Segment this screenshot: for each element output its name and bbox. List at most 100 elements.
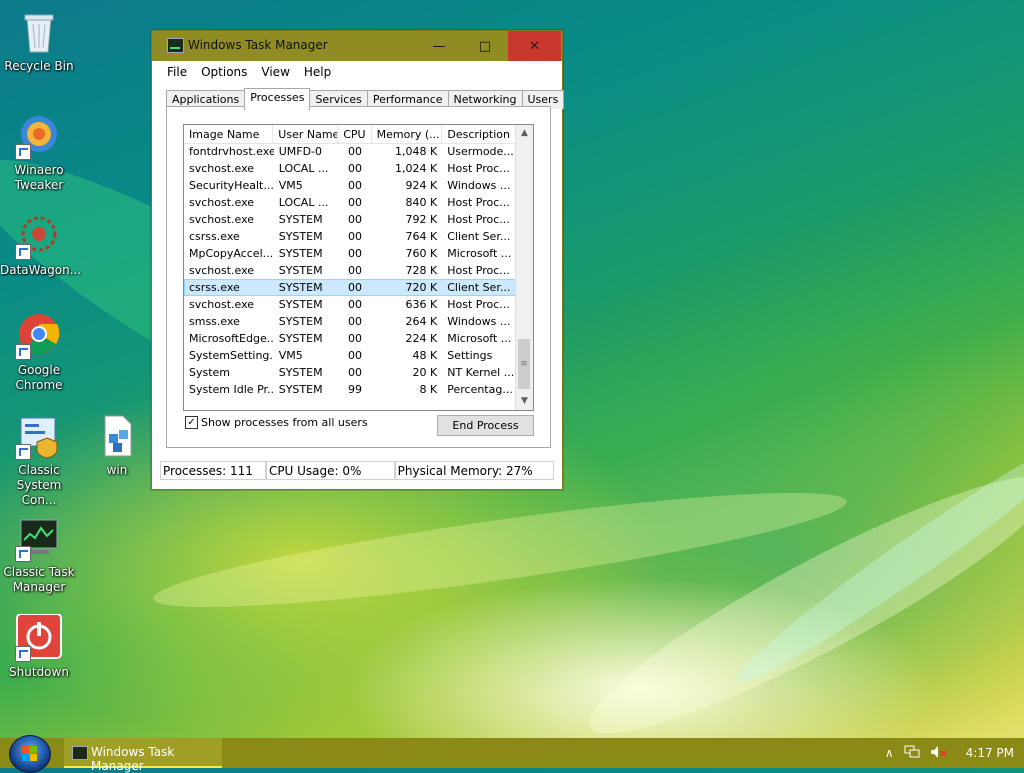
desktop-icon-classic-task-manager[interactable]: Classic Task Manager [0,514,78,595]
show-all-users-label: Show processes from all users [201,416,368,429]
show-hidden-icons-chevron-icon[interactable]: ∧ [885,746,894,760]
shortcut-arrow-icon [15,144,31,160]
column-description[interactable]: Description [442,125,516,143]
process-list[interactable]: Image Name User Name CPU Memory (... Des… [183,124,534,411]
table-row[interactable]: SystemSetting... VM5 00 48 K Settings [184,347,516,364]
process-rows: fontdrvhost.exe UMFD-0 00 1,048 K Usermode..… [184,143,516,398]
cell-cpu: 00 [347,196,362,209]
task-manager-icon [72,746,88,760]
show-all-users-checkbox[interactable]: ✓ Show processes from all users [185,416,368,429]
cell-user-name: SYSTEM [278,366,323,379]
status-processes: Processes: 111 [160,461,266,480]
column-image-name[interactable]: Image Name [184,125,274,143]
volume-muted-icon[interactable] [930,745,948,762]
tab-strip: Applications Processes Services Performa… [166,88,565,110]
maximize-button[interactable]: □ [462,31,508,61]
start-button[interactable] [9,735,51,773]
desktop-icon-label: DataWagon... [0,263,82,277]
process-list-scrollbar[interactable]: ▲ ≡ ▼ [515,125,533,410]
menu-options[interactable]: Options [194,61,254,83]
desktop-icon-shutdown[interactable]: Shutdown [0,613,78,680]
network-icon[interactable] [904,745,920,762]
status-cpu-usage: CPU Usage: 0% [265,461,395,480]
cell-cpu: 00 [347,162,362,175]
cell-user-name: LOCAL ... [278,162,329,175]
table-row[interactable]: SecurityHealt... VM5 00 924 K Windows ... [184,177,516,194]
desktop-icon-label: Classic Task Manager [3,565,75,594]
table-row[interactable]: csrss.exe SYSTEM 00 764 K Client Ser... [184,228,516,245]
table-row[interactable]: svchost.exe SYSTEM 00 728 K Host Proc... [184,262,516,279]
power-icon [15,613,63,662]
cell-image-name: svchost.exe [189,264,255,277]
menu-view[interactable]: View [254,61,296,83]
cell-memory: 1,048 K [395,145,438,158]
desktop-icon-classic-system-control[interactable]: Classic System Con... [0,412,78,508]
cell-cpu: 00 [347,230,362,243]
menu-help[interactable]: Help [297,61,338,83]
table-row[interactable]: fontdrvhost.exe UMFD-0 00 1,048 K Usermode..… [184,143,516,160]
cell-user-name: VM5 [278,349,303,362]
cell-memory: 48 K [412,349,438,362]
desktop-icon-win[interactable]: win [78,412,156,478]
cell-cpu: 00 [347,349,362,362]
checkbox-checkmark-icon[interactable]: ✓ [185,416,198,429]
table-row[interactable]: svchost.exe LOCAL ... 00 1,024 K Host Proc..… [184,160,516,177]
scroll-down-arrow-icon[interactable]: ▼ [516,393,533,410]
scroll-up-arrow-icon[interactable]: ▲ [516,125,533,142]
chrome-icon [15,312,63,360]
cell-image-name: SystemSetting... [189,349,274,362]
table-row[interactable]: svchost.exe SYSTEM 00 792 K Host Proc... [184,211,516,228]
cell-description: Host Proc... [447,213,510,226]
cell-cpu: 00 [347,145,362,158]
desktop-icon-google-chrome[interactable]: Google Chrome [0,312,78,393]
shortcut-arrow-icon [15,344,31,360]
title-bar[interactable]: Windows Task Manager — □ ✕ [152,31,562,61]
window-title: Windows Task Manager [188,38,328,52]
desktop-icon-label: Recycle Bin [4,59,74,73]
minimize-button[interactable]: — [416,31,462,61]
desktop-icon-label: Classic System Con... [16,463,62,507]
column-user-name[interactable]: User Name [273,125,339,143]
desktop-icon-datawagon[interactable]: DataWagon... [0,212,82,278]
datawagon-icon [15,212,63,260]
table-row[interactable]: svchost.exe LOCAL ... 00 840 K Host Proc... [184,194,516,211]
cell-image-name: csrss.exe [189,230,240,243]
tab-processes[interactable]: Processes [244,88,311,110]
table-row[interactable]: MicrosoftEdge... SYSTEM 00 224 K Microsoft .… [184,330,516,347]
desktop-icon-label: win [106,463,128,477]
close-button[interactable]: ✕ [508,31,561,61]
cell-image-name: svchost.exe [189,196,255,209]
windows-logo-icon [22,746,37,761]
taskbar-item-task-manager[interactable]: Windows Task Manager [64,738,222,773]
table-row[interactable]: System SYSTEM 00 20 K NT Kernel ... [184,364,516,381]
cell-user-name: UMFD-0 [278,145,323,158]
table-row[interactable]: csrss.exe SYSTEM 00 720 K Client Ser... [184,279,516,296]
column-cpu[interactable]: CPU [338,125,372,143]
shortcut-arrow-icon [15,244,31,260]
column-memory[interactable]: Memory (... [372,125,443,143]
desktop-icon-winaero-tweaker[interactable]: Winaero Tweaker [0,112,78,193]
cell-memory: 792 K [405,213,438,226]
menu-file[interactable]: File [160,61,194,83]
cell-user-name: SYSTEM [278,213,323,226]
cell-memory: 8 K [419,383,438,396]
cell-memory: 924 K [405,179,438,192]
table-row[interactable]: svchost.exe SYSTEM 00 636 K Host Proc... [184,296,516,313]
cell-user-name: VM5 [278,179,303,192]
cell-cpu: 00 [347,315,362,328]
clock[interactable]: 4:17 PM [966,746,1014,760]
desktop-icon-label: Winaero Tweaker [14,163,64,192]
table-row[interactable]: smss.exe SYSTEM 00 264 K Windows ... [184,313,516,330]
table-row[interactable]: System Idle Pr... SYSTEM 99 8 K Percentag... [184,381,516,398]
shortcut-arrow-icon [15,546,31,562]
scroll-thumb[interactable]: ≡ [518,339,530,389]
cell-cpu: 00 [347,332,362,345]
cell-image-name: svchost.exe [189,298,255,311]
end-process-button[interactable]: End Process [437,415,534,436]
cell-description: Host Proc... [447,196,510,209]
cell-user-name: SYSTEM [278,298,323,311]
processes-panel: Image Name User Name CPU Memory (... Des… [166,106,551,448]
task-manager-window: Windows Task Manager — □ ✕ File Options … [151,30,565,490]
table-row[interactable]: MpCopyAccel... SYSTEM 00 760 K Microsoft ... [184,245,516,262]
desktop-icon-recycle-bin[interactable]: Recycle Bin [0,8,78,74]
